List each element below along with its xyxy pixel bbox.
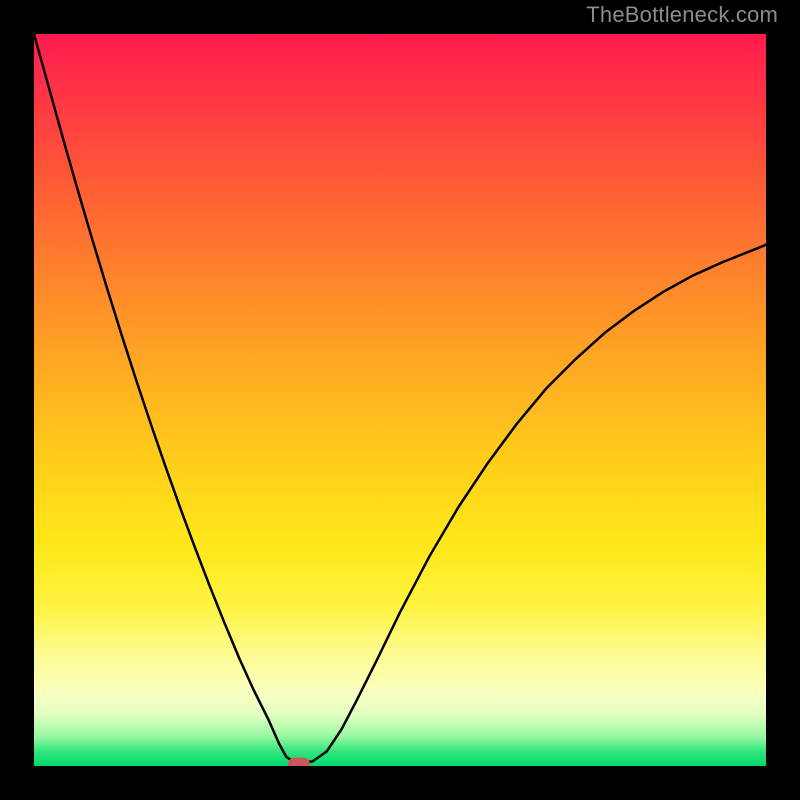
plot-area (34, 34, 766, 766)
chart-frame: TheBottleneck.com (0, 0, 800, 800)
bottleneck-curve (34, 34, 766, 762)
curve-svg (34, 34, 766, 766)
optimal-point-marker (288, 757, 310, 766)
watermark-text: TheBottleneck.com (586, 2, 778, 28)
